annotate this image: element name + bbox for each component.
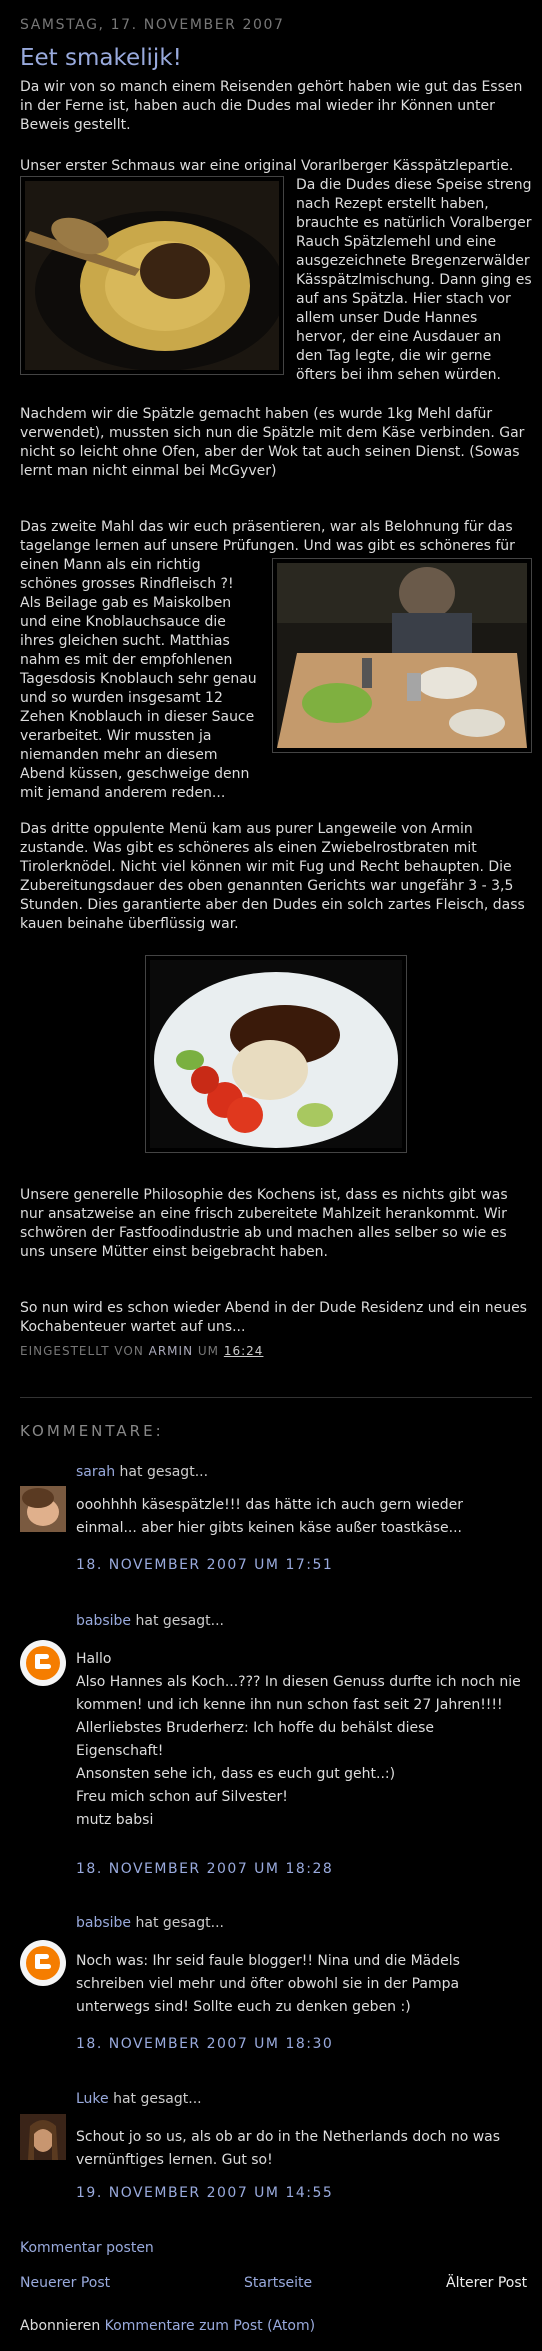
comment-line: einmal... aber hier gibts keinen käse au… — [76, 1520, 462, 1536]
comment-date-link[interactable]: 18. November 2007 um 18:30 — [76, 2036, 333, 2052]
post-date: Samstag, 17. November 2007 — [20, 17, 285, 33]
post-comment-link[interactable]: Kommentar posten — [20, 2240, 154, 2256]
post-title[interactable]: Eet smakelijk! — [20, 45, 182, 71]
comment-author-link[interactable]: sarah — [76, 1464, 115, 1480]
photo-kaesspaetzle-image — [25, 181, 279, 370]
comment-line: mutz babsi — [76, 1812, 154, 1828]
comment-line: Freu mich schon auf Silvester! — [76, 1789, 288, 1805]
comment-line: ooohhhh käsespätzle!!! das hätte ich auc… — [76, 1497, 464, 1513]
post-paragraph: Unser erster Schmaus war eine original V… — [20, 158, 514, 174]
comment-line: Allerliebstes Bruderherz: Ich hoffe du b… — [76, 1720, 435, 1736]
photo-kaesspaetzle[interactable] — [20, 176, 284, 375]
comment-said-label: hat gesagt... — [135, 1915, 225, 1931]
comment-author-link[interactable]: babsibe — [76, 1613, 131, 1629]
newer-post-link[interactable]: Neuerer Post — [20, 2275, 110, 2291]
photo-dinner-table-image — [277, 563, 527, 748]
subscribe-atom-link[interactable]: Kommentare zum Post (Atom) — [105, 2318, 315, 2334]
comment-said-label: hat gesagt... — [135, 1613, 225, 1629]
comment-body: Hallo Also Hannes als Koch...??? In dies… — [76, 1648, 532, 1832]
photo-zwiebelrostbraten-image — [150, 960, 402, 1148]
subscribe-label: Abonnieren — [20, 2318, 101, 2334]
comment-line: Schout jo so us, als ob ar do in the Net… — [76, 2129, 501, 2145]
comment-line: schreiben viel mehr und öfter obwohl sie… — [76, 1976, 460, 1992]
comment-author: babsibe hat gesagt... — [76, 1613, 224, 1629]
posted-by-label: Eingestellt von — [20, 1344, 144, 1358]
post-paragraph: Das zweite Mahl das wir euch präsentiere… — [20, 519, 515, 554]
comment-body: Schout jo so us, als ob ar do in the Net… — [76, 2126, 532, 2172]
post-footer: Eingestellt von Armin um 16:24 — [20, 1344, 263, 1358]
post-paragraph: Unsere generelle Philosophie des Kochens… — [20, 1187, 508, 1260]
photo-dinner-table[interactable] — [272, 558, 532, 753]
divider — [20, 1397, 532, 1398]
older-post-link[interactable]: Älterer Post — [446, 2275, 527, 2291]
avatar[interactable] — [20, 2114, 66, 2160]
post-paragraph: Nachdem wir die Spätzle gemacht haben (e… — [20, 406, 525, 479]
comment-date-link[interactable]: 18. November 2007 um 18:28 — [76, 1861, 333, 1877]
comment-date-link[interactable]: 18. November 2007 um 17:51 — [76, 1557, 333, 1573]
blogger-logo-icon — [20, 1940, 66, 1986]
avatar[interactable] — [20, 1640, 66, 1686]
avatar-photo-icon — [20, 2114, 66, 2160]
comment-line: Noch was: Ihr seid faule blogger!! Nina … — [76, 1953, 460, 1969]
comment-line: Hallo — [76, 1651, 112, 1667]
post-author-link[interactable]: Armin — [149, 1344, 193, 1358]
post-paragraph: Da die Dudes diese Speise streng nach Re… — [296, 177, 532, 383]
comment-said-label: hat gesagt... — [113, 2091, 202, 2107]
comment-body: Noch was: Ihr seid faule blogger!! Nina … — [76, 1950, 532, 2019]
post-paragraph: So nun wird es schon wieder Abend in der… — [20, 1300, 527, 1335]
comment-author: Luke hat gesagt... — [76, 2091, 202, 2107]
post-paragraph: Da wir von so manch einem Reisenden gehö… — [20, 79, 523, 133]
post-time-link[interactable]: 16:24 — [224, 1344, 264, 1358]
comment-line: Also Hannes als Koch...??? In diesen Gen… — [76, 1674, 521, 1690]
comment-author-link[interactable]: Luke — [76, 2091, 109, 2107]
post-paragraph: Das dritte oppulente Menü kam aus purer … — [20, 821, 525, 932]
home-link[interactable]: Startseite — [244, 2275, 312, 2291]
comment-line: kommen! und ich kenne ihn nun schon fast… — [76, 1697, 503, 1713]
comment-line: unterwegs sind! Sollte euch zu denken ge… — [76, 1999, 411, 2015]
comment-body: ooohhhh käsespätzle!!! das hätte ich auc… — [76, 1494, 532, 1540]
posted-at-label: um — [197, 1344, 220, 1358]
comment-said-label: hat gesagt... — [119, 1464, 209, 1480]
comment-author: sarah hat gesagt... — [76, 1464, 208, 1480]
subscribe-row: Abonnieren Kommentare zum Post (Atom) — [20, 2318, 315, 2334]
avatar[interactable] — [20, 1486, 66, 1532]
comment-line: vernünftiges lernen. Gut so! — [76, 2152, 273, 2168]
comments-header: Kommentare: — [20, 1422, 164, 1440]
avatar-photo-icon — [20, 1486, 66, 1532]
blogger-logo-icon — [20, 1640, 66, 1686]
comment-author: babsibe hat gesagt... — [76, 1915, 224, 1931]
avatar[interactable] — [20, 1940, 66, 1986]
post-paragraph: einen Mann als ein richtig schönes gross… — [20, 557, 257, 801]
comment-author-link[interactable]: babsibe — [76, 1915, 131, 1931]
comment-line: Ansonsten sehe ich, dass es euch gut geh… — [76, 1766, 396, 1782]
comment-date-link[interactable]: 19. November 2007 um 14:55 — [76, 2185, 333, 2201]
comment-line: Eigenschaft! — [76, 1743, 164, 1759]
photo-zwiebelrostbraten[interactable] — [145, 955, 407, 1153]
